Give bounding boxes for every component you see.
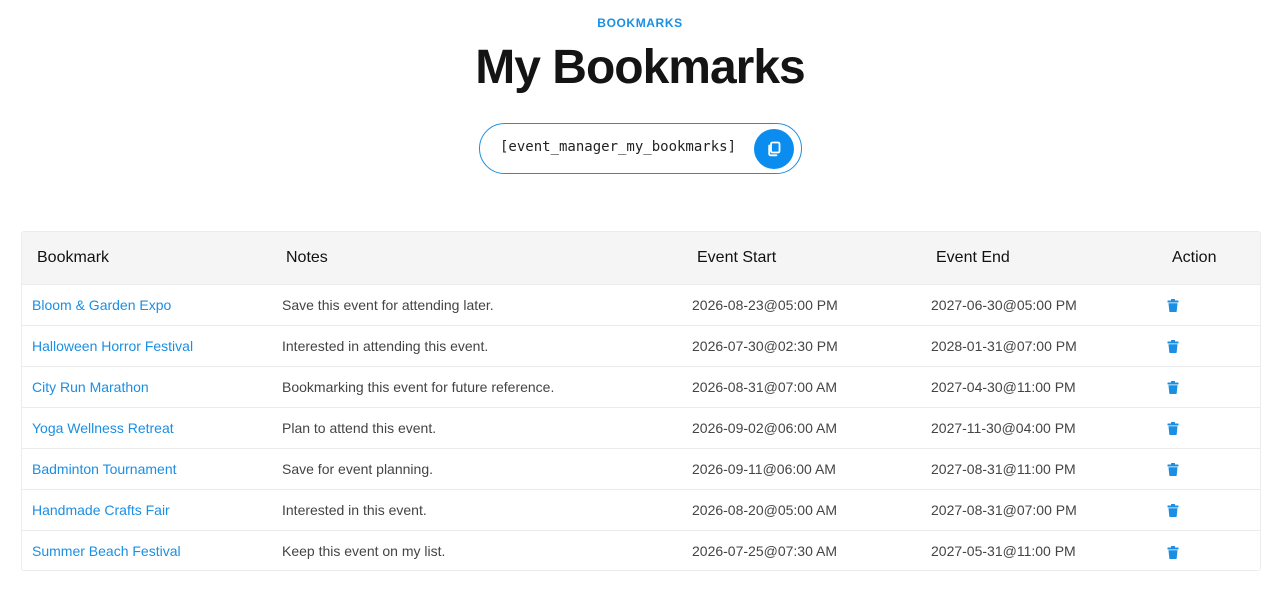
event-end: 2028-01-31@07:00 PM xyxy=(931,337,1077,354)
bookmark-notes: Interested in attending this event. xyxy=(282,337,489,354)
event-start: 2026-08-20@05:00 AM xyxy=(692,501,837,518)
event-end: 2027-08-31@11:00 PM xyxy=(931,460,1076,477)
event-end: 2027-04-30@11:00 PM xyxy=(931,378,1076,395)
event-start: 2026-08-31@07:00 AM xyxy=(692,378,837,395)
trash-icon[interactable] xyxy=(1167,545,1179,559)
action-cell xyxy=(1157,489,1260,530)
trash-icon[interactable] xyxy=(1167,381,1179,395)
bookmark-title-cell: Yoga Wellness Retreat xyxy=(22,407,272,448)
shortcode-box: [event_manager_my_bookmarks] xyxy=(479,123,802,174)
copy-shortcode-button[interactable] xyxy=(754,129,794,169)
trash-icon[interactable] xyxy=(1167,504,1179,518)
event-start: 2026-07-25@07:30 AM xyxy=(692,542,837,559)
bookmark-title-cell: Badminton Tournament xyxy=(22,448,272,489)
copy-icon xyxy=(768,141,781,157)
shortcode-text[interactable]: [event_manager_my_bookmarks] xyxy=(500,139,736,155)
column-header-notes: Notes xyxy=(286,248,328,266)
action-cell xyxy=(1157,530,1260,570)
bookmark-notes: Keep this event on my list. xyxy=(282,542,446,559)
event-start: 2026-09-11@06:00 AM xyxy=(692,460,836,477)
bookmark-title-cell: Halloween Horror Festival xyxy=(22,325,272,366)
bookmark-link[interactable]: City Run Marathon xyxy=(32,379,149,395)
event-start: 2026-09-02@06:00 AM xyxy=(692,419,837,436)
table-row: Badminton Tournament Save for event plann… xyxy=(22,448,1260,489)
action-cell xyxy=(1157,284,1260,325)
table-row: City Run Marathon Bookmarking this event … xyxy=(22,366,1260,407)
bookmarks-table: Bookmark Notes Event Start Event End Act… xyxy=(21,231,1261,571)
page-title: My Bookmarks xyxy=(475,41,805,94)
event-start: 2026-07-30@02:30 PM xyxy=(692,337,838,354)
table-row: Halloween Horror Festival Interested in a… xyxy=(22,325,1260,366)
action-cell xyxy=(1157,325,1260,366)
bookmark-notes: Save this event for attending later. xyxy=(282,296,494,313)
trash-icon[interactable] xyxy=(1167,299,1179,313)
event-end: 2027-05-31@11:00 PM xyxy=(931,542,1076,559)
bookmark-link[interactable]: Handmade Crafts Fair xyxy=(32,502,170,518)
table-header-row: Bookmark Notes Event Start Event End Act… xyxy=(22,232,1260,284)
table-row: Summer Beach Festival Keep this event on … xyxy=(22,530,1260,570)
bookmark-notes: Interested in this event. xyxy=(282,501,427,518)
action-cell xyxy=(1157,407,1260,448)
bookmark-title-cell: Bloom & Garden Expo xyxy=(22,284,272,325)
bookmark-link[interactable]: Badminton Tournament xyxy=(32,461,177,477)
column-header-bookmark: Bookmark xyxy=(37,248,110,266)
event-end: 2027-11-30@04:00 PM xyxy=(931,419,1076,436)
action-cell xyxy=(1157,448,1260,489)
bookmark-link[interactable]: Bloom & Garden Expo xyxy=(32,297,171,313)
action-cell xyxy=(1157,366,1260,407)
bookmark-notes: Bookmarking this event for future refere… xyxy=(282,378,555,395)
bookmark-title-cell: Handmade Crafts Fair xyxy=(22,489,272,530)
bookmark-link[interactable]: Halloween Horror Festival xyxy=(32,338,193,354)
bookmark-title-cell: Summer Beach Festival xyxy=(22,530,272,570)
page-eyebrow: BOOKMARKS xyxy=(597,16,683,30)
table-row: Bloom & Garden Expo Save this event for a… xyxy=(22,284,1260,325)
bookmark-notes: Save for event planning. xyxy=(282,460,433,477)
bookmark-link[interactable]: Summer Beach Festival xyxy=(32,543,181,559)
event-start: 2026-08-23@05:00 PM xyxy=(692,296,838,313)
trash-icon[interactable] xyxy=(1167,422,1179,436)
column-header-event-start: Event Start xyxy=(697,248,777,266)
bookmark-notes: Plan to attend this event. xyxy=(282,419,437,436)
event-end: 2027-06-30@05:00 PM xyxy=(931,296,1077,313)
table-row: Handmade Crafts Fair Interested in this e… xyxy=(22,489,1260,530)
column-header-action: Action xyxy=(1172,248,1217,266)
column-header-event-end: Event End xyxy=(936,248,1010,266)
event-end: 2027-08-31@07:00 PM xyxy=(931,501,1077,518)
table-row: Yoga Wellness Retreat Plan to attend this… xyxy=(22,407,1260,448)
bookmark-link[interactable]: Yoga Wellness Retreat xyxy=(32,420,174,436)
trash-icon[interactable] xyxy=(1167,463,1179,477)
bookmark-title-cell: City Run Marathon xyxy=(22,366,272,407)
trash-icon[interactable] xyxy=(1167,340,1179,354)
